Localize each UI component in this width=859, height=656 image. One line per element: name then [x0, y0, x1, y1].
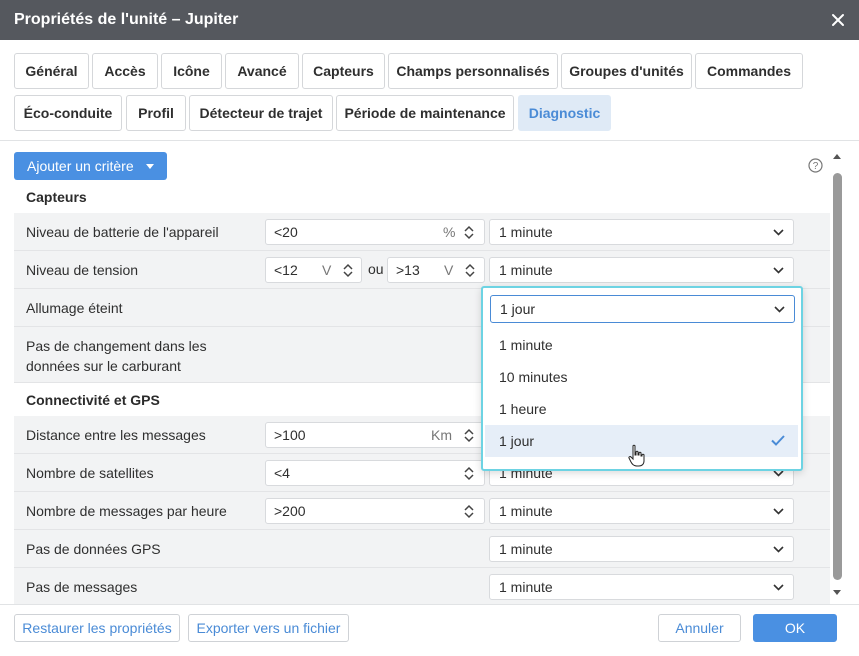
- row-label-line1: Pas de changement dans les: [26, 338, 207, 354]
- unit-label: V: [322, 262, 332, 278]
- chevron-down-icon: [773, 508, 784, 515]
- spinner-icon[interactable]: [464, 225, 474, 240]
- satellites-threshold-input[interactable]: <4: [265, 460, 485, 486]
- tab-diagnostic[interactable]: Diagnostic: [518, 95, 611, 131]
- option-label: 1 jour: [499, 433, 535, 449]
- messages-per-hour-period-select[interactable]: 1 minute: [489, 498, 794, 524]
- cancel-button[interactable]: Annuler: [658, 614, 741, 642]
- chevron-down-icon: [773, 584, 784, 591]
- battery-threshold-input[interactable]: <20 %: [265, 219, 485, 245]
- hand-cursor-icon: [628, 444, 645, 467]
- restore-properties-button[interactable]: Restaurer les propriétés: [14, 614, 180, 642]
- spinner-icon[interactable]: [464, 428, 474, 443]
- tab-icon[interactable]: Icône: [161, 53, 222, 89]
- row-label: Nombre de satellites: [26, 465, 154, 481]
- voltage-low-input[interactable]: <12 V: [265, 257, 362, 283]
- row-label: Distance entre les messages: [26, 427, 206, 443]
- caret-down-icon: [146, 164, 154, 169]
- no-messages-period-select[interactable]: 1 minute: [489, 574, 794, 600]
- scroll-up-arrow-icon[interactable]: [832, 152, 842, 162]
- messages-per-hour-input[interactable]: >200: [265, 498, 485, 524]
- select-value: 1 minute: [499, 262, 553, 278]
- tab-access[interactable]: Accès: [92, 53, 158, 89]
- tab-custom-fields[interactable]: Champs personnalisés: [388, 53, 558, 89]
- or-label: ou: [368, 261, 384, 277]
- svg-text:?: ?: [813, 161, 819, 172]
- input-value: <4: [274, 465, 290, 481]
- input-value: <20: [274, 224, 298, 240]
- checkmark-icon: [771, 435, 785, 446]
- tab-general[interactable]: Général: [14, 53, 89, 89]
- voltage-high-input[interactable]: >13 V: [387, 257, 485, 283]
- select-value: 1 minute: [499, 224, 553, 240]
- select-value: 1 minute: [499, 503, 553, 519]
- chevron-down-icon: [773, 229, 784, 236]
- row-label: Niveau de batterie de l'appareil: [26, 224, 219, 240]
- battery-period-select[interactable]: 1 minute: [489, 219, 794, 245]
- distance-threshold-input[interactable]: >100 Km: [265, 422, 485, 448]
- scrollbar-thumb[interactable]: [833, 173, 842, 580]
- row-label: Pas de données GPS: [26, 541, 161, 557]
- ok-button[interactable]: OK: [753, 614, 837, 642]
- tab-eco-driving[interactable]: Éco-conduite: [14, 95, 122, 131]
- chevron-down-icon: [773, 470, 784, 477]
- row-label: Nombre de messages par heure: [26, 503, 227, 519]
- close-icon[interactable]: [827, 9, 849, 31]
- no-gps-period-select[interactable]: 1 minute: [489, 536, 794, 562]
- add-criterion-button[interactable]: Ajouter un critère: [14, 152, 167, 180]
- tabs-divider: [0, 140, 859, 141]
- input-value: >100: [274, 427, 306, 443]
- input-value: <12: [274, 262, 298, 278]
- tab-sensors[interactable]: Capteurs: [302, 53, 385, 89]
- unit-label: V: [444, 262, 454, 278]
- input-value: >200: [274, 503, 306, 519]
- row-label: Allumage éteint: [26, 300, 123, 316]
- tab-profile[interactable]: Profil: [126, 95, 186, 131]
- section-title-sensors: Capteurs: [26, 189, 87, 205]
- chevron-down-icon: [773, 546, 784, 553]
- row-label: Niveau de tension: [26, 262, 139, 278]
- footer-divider: [0, 604, 859, 605]
- chevron-down-icon: [773, 267, 784, 274]
- unit-label: Km: [431, 427, 452, 443]
- ignition-period-select[interactable]: 1 jour: [490, 295, 795, 323]
- input-value: >13: [396, 262, 420, 278]
- spinner-icon[interactable]: [464, 504, 474, 519]
- tab-unit-groups[interactable]: Groupes d'unités: [561, 53, 692, 89]
- spinner-icon[interactable]: [343, 263, 353, 278]
- export-to-file-button[interactable]: Exporter vers un fichier: [188, 614, 349, 642]
- row-label: Pas de messages: [26, 579, 138, 595]
- tab-maintenance[interactable]: Période de maintenance: [336, 95, 514, 131]
- add-criterion-label: Ajouter un critère: [27, 158, 134, 174]
- window-title: Propriétés de l'unité – Jupiter: [14, 11, 239, 28]
- voltage-period-select[interactable]: 1 minute: [489, 257, 794, 283]
- select-value: 1 jour: [500, 301, 536, 317]
- tab-advanced[interactable]: Avancé: [225, 53, 299, 89]
- dropdown-option-1-minute[interactable]: 1 minute: [485, 329, 798, 361]
- unit-label: %: [443, 224, 456, 240]
- dropdown-option-10-minutes[interactable]: 10 minutes: [485, 361, 798, 393]
- spinner-icon[interactable]: [465, 263, 475, 278]
- select-value: 1 minute: [499, 579, 553, 595]
- title-bar: Propriétés de l'unité – Jupiter: [0, 0, 859, 40]
- dropdown-option-1-hour[interactable]: 1 heure: [485, 393, 798, 425]
- help-icon[interactable]: ?: [808, 158, 823, 173]
- chevron-down-icon: [774, 306, 785, 313]
- tab-commands[interactable]: Commandes: [695, 53, 803, 89]
- select-value: 1 minute: [499, 541, 553, 557]
- scroll-down-arrow-icon[interactable]: [832, 587, 842, 597]
- spinner-icon[interactable]: [464, 466, 474, 481]
- tab-trip-detector[interactable]: Détecteur de trajet: [189, 95, 333, 131]
- row-label-line2: données sur le carburant: [26, 358, 181, 374]
